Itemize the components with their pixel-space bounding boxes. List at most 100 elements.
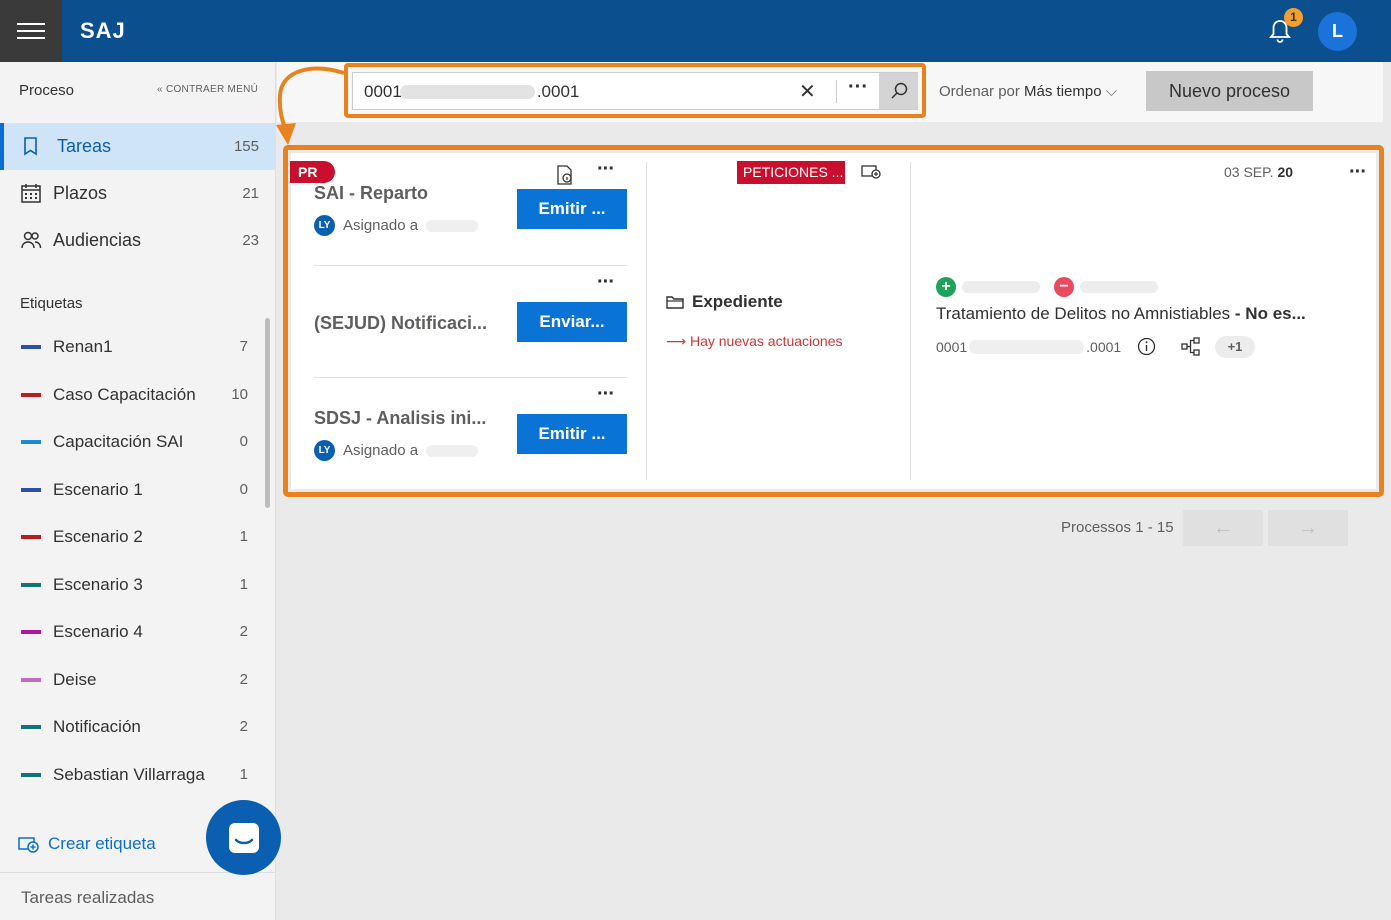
card-more-button[interactable]: ···: [1349, 161, 1367, 184]
user-avatar[interactable]: L: [1318, 12, 1357, 51]
pagination-label: Processos 1 - 15: [1061, 519, 1174, 536]
tag-color-bar: [21, 583, 41, 587]
chat-button[interactable]: [206, 800, 281, 875]
tag-item[interactable]: Capacitación SAI 0: [0, 422, 275, 462]
process-number: 0001.0001: [936, 339, 1122, 355]
task-more-button[interactable]: ···: [597, 158, 615, 181]
tag-color-bar: [21, 535, 41, 539]
sidebar-item-count: 155: [233, 138, 259, 155]
column-divider: [646, 162, 647, 480]
completed-tasks-label: Tareas realizadas: [21, 888, 155, 907]
calendar-icon: [21, 184, 41, 203]
redacted-text: [1080, 281, 1158, 293]
tag-label: Notificación: [53, 717, 141, 736]
sidebar-item-plazos[interactable]: Plazos 21: [0, 170, 275, 217]
file-link[interactable]: Expediente: [666, 292, 783, 312]
tag-count: 2: [239, 671, 248, 688]
task-assignee: LY Asignado a: [314, 440, 479, 461]
tag-item[interactable]: Notificación 2: [0, 707, 275, 747]
tag-count: 0: [239, 433, 248, 450]
task-more-button[interactable]: ···: [597, 271, 615, 294]
tag-item[interactable]: Escenario 1 0: [0, 470, 275, 510]
clear-search-button[interactable]: ✕: [799, 79, 816, 104]
tag-count: 1: [239, 576, 248, 593]
redacted-text: [962, 281, 1040, 293]
divider: [314, 377, 627, 378]
assignee-avatar: LY: [314, 440, 335, 461]
task-more-button[interactable]: ···: [597, 383, 615, 406]
tag-item[interactable]: Escenario 2 1: [0, 517, 275, 557]
task-assignee: LY Asignado a: [314, 215, 479, 236]
new-actions-link[interactable]: ⟶ Hay nuevas actuaciones: [666, 333, 843, 350]
category-tag[interactable]: PETICIONES ...: [737, 161, 845, 184]
chat-icon: [228, 822, 259, 853]
tag-color-bar: [21, 725, 41, 729]
sidebar-scrollbar[interactable]: [265, 318, 270, 508]
tag-label: Escenario 2: [53, 527, 143, 546]
tag-count: 10: [231, 386, 248, 403]
extra-count-badge[interactable]: +1: [1215, 336, 1255, 358]
tag-count: 7: [239, 338, 248, 355]
tags-section-title: Etiquetas: [20, 295, 83, 312]
minus-icon: −: [1054, 277, 1074, 297]
tag-count: 1: [239, 528, 248, 545]
hierarchy-icon[interactable]: [1181, 337, 1201, 356]
task-action-button[interactable]: Emitir ...: [517, 414, 627, 454]
sidebar-item-count: 21: [242, 185, 259, 202]
task-action-button[interactable]: Emitir ...: [517, 189, 627, 229]
sidebar-section-title: Proceso: [19, 82, 75, 99]
app-name: SAJ: [80, 18, 126, 43]
sidebar: Proceso « CONTRAER MENÚ Tareas 155 Plazo…: [0, 62, 276, 920]
tag-count: 0: [239, 481, 248, 498]
annotation-arrow: [276, 66, 345, 145]
add-tag-icon: [18, 837, 39, 853]
task-title: SDSJ - Analisis ini...: [314, 408, 487, 428]
tag-item[interactable]: Deise 2: [0, 660, 275, 700]
tag-count: 2: [239, 718, 248, 735]
search-icon: [890, 82, 907, 99]
sidebar-item-label: Tareas: [57, 136, 112, 156]
document-info-icon[interactable]: [556, 165, 574, 185]
task-action-button[interactable]: Enviar...: [517, 302, 627, 342]
collapse-menu-button[interactable]: « CONTRAER MENÚ: [157, 84, 258, 95]
tag-label: Deise: [53, 670, 97, 689]
sidebar-item-tareas[interactable]: Tareas 155: [0, 123, 275, 170]
create-tag-link[interactable]: Crear etiqueta: [18, 834, 156, 854]
process-date: 03 SEP. 20: [1224, 164, 1294, 180]
more-options-button[interactable]: ···: [848, 76, 868, 99]
tag-color-bar: [21, 345, 41, 349]
sidebar-item-audiencias[interactable]: Audiencias 23: [0, 217, 275, 264]
next-page-button[interactable]: →: [1268, 510, 1348, 546]
tag-label: Capacitación SAI: [53, 432, 184, 451]
prev-page-button[interactable]: ←: [1183, 510, 1263, 546]
book-icon: [24, 137, 37, 156]
sort-dropdown[interactable]: Ordenar por Más tiempo ⌵: [939, 83, 1117, 100]
add-tag-icon[interactable]: [861, 164, 882, 180]
plus-icon: +: [936, 277, 956, 297]
completed-tasks-link[interactable]: Tareas realizadas: [0, 872, 275, 920]
tag-item[interactable]: Escenario 3 1: [0, 565, 275, 605]
tag-label: Escenario 1: [53, 480, 143, 499]
new-process-button[interactable]: Nuevo proceso: [1146, 71, 1313, 111]
hamburger-menu-button[interactable]: [0, 0, 62, 62]
tag-item[interactable]: Escenario 4 2: [0, 612, 275, 652]
tag-label: Escenario 4: [53, 622, 143, 641]
tag-item[interactable]: Renan1 7: [0, 327, 275, 367]
column-divider: [910, 162, 911, 480]
search-button[interactable]: [879, 73, 918, 109]
redacted-text: [426, 444, 479, 457]
sidebar-item-label: Audiencias: [53, 230, 142, 250]
search-box[interactable]: 0001.0001 ✕ ···: [352, 72, 918, 110]
tag-label: Renan1: [53, 337, 113, 356]
top-bar: SAJ 1 L: [0, 0, 1391, 62]
tag-color-bar: [21, 393, 41, 397]
tag-item[interactable]: Sebastian Villarraga 1: [0, 755, 275, 795]
tag-label: Caso Capacitación: [53, 385, 196, 404]
tag-item[interactable]: Caso Capacitación 10: [0, 375, 275, 415]
tag-color-bar: [21, 630, 41, 634]
chevron-down-icon: ⌵: [1105, 83, 1118, 100]
tag-color-bar: [21, 488, 41, 492]
info-icon[interactable]: [1137, 337, 1156, 356]
task-title: SAI - Reparto: [314, 183, 429, 203]
sort-value: Más tiempo: [1024, 83, 1102, 100]
